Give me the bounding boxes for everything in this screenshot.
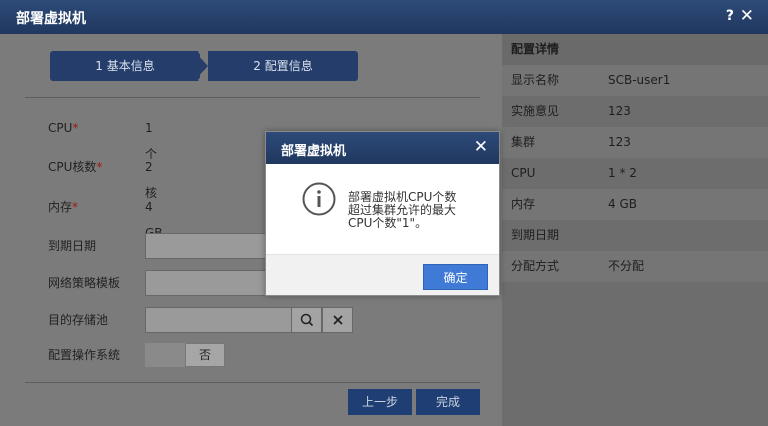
configure-os-toggle[interactable]: 否 bbox=[145, 343, 225, 367]
memory-label: 内存 bbox=[48, 200, 73, 214]
clear-icon[interactable] bbox=[322, 307, 353, 333]
window-titlebar: 部署虚拟机 ? ✕ bbox=[0, 0, 768, 34]
details-value: 123 bbox=[608, 104, 631, 118]
details-value: 不分配 bbox=[608, 259, 645, 273]
expiry-date-input[interactable] bbox=[145, 233, 267, 259]
details-key: 内存 bbox=[511, 197, 536, 211]
cores-label: CPU核数 bbox=[48, 160, 97, 174]
toggle-track[interactable] bbox=[145, 343, 185, 367]
storage-pool-input[interactable] bbox=[145, 307, 292, 333]
wizard-steps: 1 基本信息 2 配置信息 bbox=[50, 51, 358, 81]
alert-dialog: 部署虚拟机 ✕ 部署虚拟机CPU个数 超过集群允许的最大 CPU个数"1"。 确… bbox=[265, 131, 500, 296]
cpu-label: CPU bbox=[48, 121, 73, 135]
details-row: 分配方式 不分配 bbox=[502, 251, 768, 282]
details-row: 实施意见 123 bbox=[502, 96, 768, 127]
dialog-close-icon[interactable]: ✕ bbox=[474, 137, 488, 157]
network-template-row: 网络策略模板 bbox=[48, 270, 145, 296]
details-value: 1 * 2 bbox=[608, 166, 637, 180]
details-row: 到期日期 bbox=[502, 220, 768, 251]
window-title: 部署虚拟机 bbox=[16, 11, 86, 27]
prev-button[interactable]: 上一步 bbox=[348, 389, 412, 415]
network-template-input[interactable] bbox=[145, 270, 267, 296]
toggle-no-option[interactable]: 否 bbox=[185, 343, 225, 367]
required-mark: * bbox=[72, 200, 79, 214]
details-key: 实施意见 bbox=[511, 104, 560, 118]
required-mark: * bbox=[96, 160, 103, 174]
memory-row: 内存* 4 GB bbox=[48, 194, 163, 240]
close-icon[interactable]: ✕ bbox=[740, 6, 754, 26]
dialog-message-line: CPU个数"1"。 bbox=[348, 216, 428, 230]
cores-row: CPU核数* 2 核 bbox=[48, 154, 157, 200]
required-mark: * bbox=[72, 121, 79, 135]
details-key: 显示名称 bbox=[511, 73, 560, 87]
details-value: 4 GB bbox=[608, 197, 637, 211]
cpu-row: CPU* 1 个 bbox=[48, 115, 157, 161]
footer-divider bbox=[25, 382, 480, 383]
details-row: CPU 1 * 2 bbox=[502, 158, 768, 189]
details-heading: 配置详情 bbox=[502, 34, 768, 65]
dialog-message: 部署虚拟机CPU个数 超过集群允许的最大 CPU个数"1"。 bbox=[348, 191, 478, 230]
details-key: CPU bbox=[511, 166, 536, 180]
ok-button[interactable]: 确定 bbox=[423, 264, 488, 290]
step-config-info[interactable]: 2 配置信息 bbox=[208, 51, 358, 81]
dialog-title: 部署虚拟机 bbox=[281, 144, 347, 159]
storage-pool-label: 目的存储池 bbox=[48, 313, 109, 327]
divider bbox=[25, 97, 480, 98]
help-icon[interactable]: ? bbox=[726, 8, 734, 24]
details-value: SCB-user1 bbox=[608, 73, 671, 87]
expiry-row: 到期日期 bbox=[48, 233, 145, 259]
details-value: 123 bbox=[608, 135, 631, 149]
finish-button[interactable]: 完成 bbox=[416, 389, 480, 415]
network-template-label: 网络策略模板 bbox=[48, 276, 121, 290]
dialog-footer: 确定 bbox=[266, 254, 499, 295]
configure-os-label: 配置操作系统 bbox=[48, 348, 121, 362]
details-row: 显示名称 SCB-user1 bbox=[502, 65, 768, 96]
details-row: 集群 123 bbox=[502, 127, 768, 158]
details-key: 到期日期 bbox=[511, 228, 560, 242]
configure-os-row: 配置操作系统 bbox=[48, 342, 145, 368]
info-icon bbox=[302, 182, 336, 216]
expiry-label: 到期日期 bbox=[48, 239, 97, 253]
dialog-header: 部署虚拟机 ✕ bbox=[266, 132, 499, 164]
storage-pool-row: 目的存储池 bbox=[48, 307, 145, 333]
details-key: 分配方式 bbox=[511, 259, 560, 273]
step-basic-info[interactable]: 1 基本信息 bbox=[50, 51, 200, 81]
details-row: 内存 4 GB bbox=[502, 189, 768, 220]
search-icon[interactable] bbox=[291, 307, 322, 333]
details-key: 集群 bbox=[511, 135, 536, 149]
